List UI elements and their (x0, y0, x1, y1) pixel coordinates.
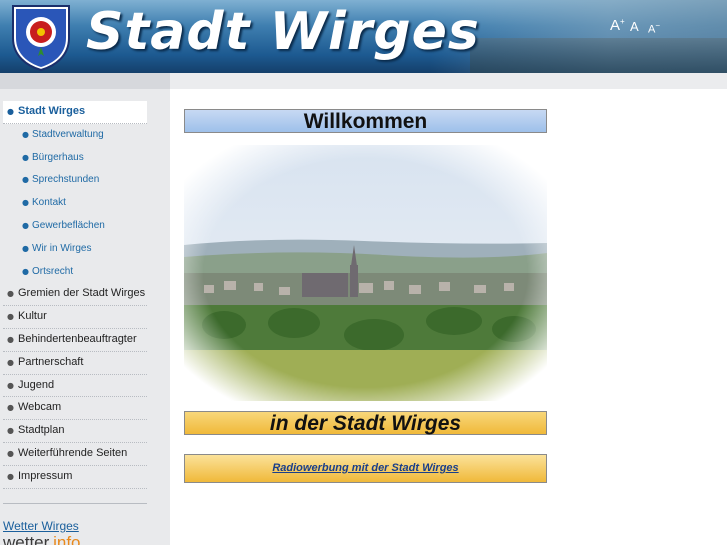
sidebar-item-label: Stadtverwaltung (32, 128, 104, 140)
sidebar-divider (3, 503, 147, 504)
bullet-icon: ● (7, 448, 14, 458)
site-header: Stadt Wirges A+ A A− (0, 0, 727, 73)
sidebar-item[interactable]: ● Kontakt (3, 192, 147, 215)
bullet-icon: ● (7, 312, 14, 322)
sidebar-item-label: Webcam (18, 401, 62, 414)
sidebar-item-label: Wir in Wirges (32, 242, 92, 254)
bullet-icon: ● (7, 357, 14, 367)
sidebar-item[interactable]: ● Bürgerhaus (3, 147, 147, 170)
bullet-icon: ● (22, 266, 29, 276)
font-increase-button[interactable]: A+ (610, 17, 625, 34)
bullet-icon: ● (7, 380, 14, 390)
bullet-icon: ● (7, 334, 14, 344)
sidebar-item[interactable]: ● Jugend (3, 375, 147, 398)
sidebar-item[interactable]: ● Impressum (3, 466, 147, 489)
sidebar-item[interactable]: ● Wir in Wirges (3, 238, 147, 261)
bullet-icon: ● (7, 471, 14, 481)
bullet-icon: ● (22, 152, 29, 162)
sidebar-item-label: Stadt Wirges (18, 105, 86, 117)
radio-ad-banner[interactable]: Radiowerbung mit der Stadt Wirges (184, 454, 547, 483)
bullet-icon: ● (7, 289, 14, 299)
sidebar-item-label: Jugend (18, 378, 55, 391)
sidebar-nav: ● Stadt Wirges ● Stadtverwaltung ● Bürgerhaus… (3, 101, 147, 489)
bullet-icon: ● (7, 426, 14, 436)
sidebar-item[interactable]: ● Ortsrecht (3, 261, 147, 284)
town-banner: in der Stadt Wirges (184, 411, 547, 435)
welcome-title: Willkommen (303, 110, 428, 133)
sidebar-item-label: Behindertenbeauftragter (18, 332, 137, 345)
sidebar-item[interactable]: ● Weiterführende Seiten (3, 443, 147, 466)
font-normal-button[interactable]: A (630, 19, 639, 34)
sidebar-item-label: Gremien der Stadt Wirges (18, 287, 146, 300)
sidebar-item[interactable]: ● Sprechstunden (3, 169, 147, 192)
sidebar-item-label: Stadtplan (18, 424, 65, 437)
sidebar-item-label: Gewerbeflächen (32, 219, 105, 231)
plus-icon: + (620, 17, 625, 26)
bullet-icon: ● (22, 175, 29, 185)
main-content: Willkommen in der Stadt Wirges Radiowerb… (170, 89, 727, 545)
font-decrease-button[interactable]: A− (648, 21, 660, 36)
site-title: Stadt Wirges (86, 2, 480, 62)
sidebar-item[interactable]: ● Partnerschaft (3, 352, 147, 375)
minus-icon: − (655, 21, 661, 30)
sidebar-item[interactable]: ● Stadt Wirges (3, 101, 147, 124)
weather-logo[interactable]: wetter.info (3, 533, 81, 545)
sidebar: ● Stadt Wirges ● Stadtverwaltung ● Bürgerhaus… (0, 89, 170, 545)
sidebar-item-label: Sprechstunden (32, 174, 100, 186)
sidebar-item-label: Ortsrecht (32, 265, 74, 277)
sidebar-item-label: Kontakt (32, 197, 66, 209)
sidebar-item[interactable]: ● Gremien der Stadt Wirges (3, 283, 147, 307)
sidebar-item[interactable]: ● Behindertenbeauftragter (3, 329, 147, 352)
bullet-icon: ● (22, 220, 29, 230)
header-town-silhouette (470, 38, 727, 73)
city-crest-icon (12, 5, 70, 71)
bullet-icon: ● (22, 129, 29, 139)
header-subbar (0, 73, 727, 89)
bullet-icon: ● (22, 243, 29, 253)
sidebar-item[interactable]: ● Gewerbeflächen (3, 215, 147, 238)
sidebar-item-label: Impressum (18, 469, 73, 482)
weather-logo-part1: wetter (3, 533, 49, 545)
subbar-left (0, 73, 170, 89)
sidebar-item[interactable]: ● Stadtplan (3, 420, 147, 443)
weather-link[interactable]: Wetter Wirges (3, 519, 79, 533)
sidebar-item-label: Weiterführende Seiten (18, 446, 128, 459)
sidebar-item[interactable]: ● Kultur (3, 306, 147, 329)
sidebar-item-label: Partnerschaft (18, 355, 84, 368)
welcome-banner: Willkommen (184, 109, 547, 133)
sidebar-item[interactable]: ● Webcam (3, 397, 147, 421)
bullet-icon: ● (22, 198, 29, 208)
town-photo (184, 145, 547, 401)
sidebar-item[interactable]: ● Stadtverwaltung (3, 124, 147, 147)
bullet-icon: ● (7, 107, 14, 116)
sidebar-item-label: Kultur (18, 310, 47, 323)
town-title: in der Stadt Wirges (269, 412, 462, 435)
bullet-icon: ● (7, 403, 14, 413)
radio-ad-link[interactable]: Radiowerbung mit der Stadt Wirges (272, 462, 458, 474)
weather-logo-part2: .info (48, 533, 81, 545)
sidebar-item-label: Bürgerhaus (32, 151, 84, 163)
